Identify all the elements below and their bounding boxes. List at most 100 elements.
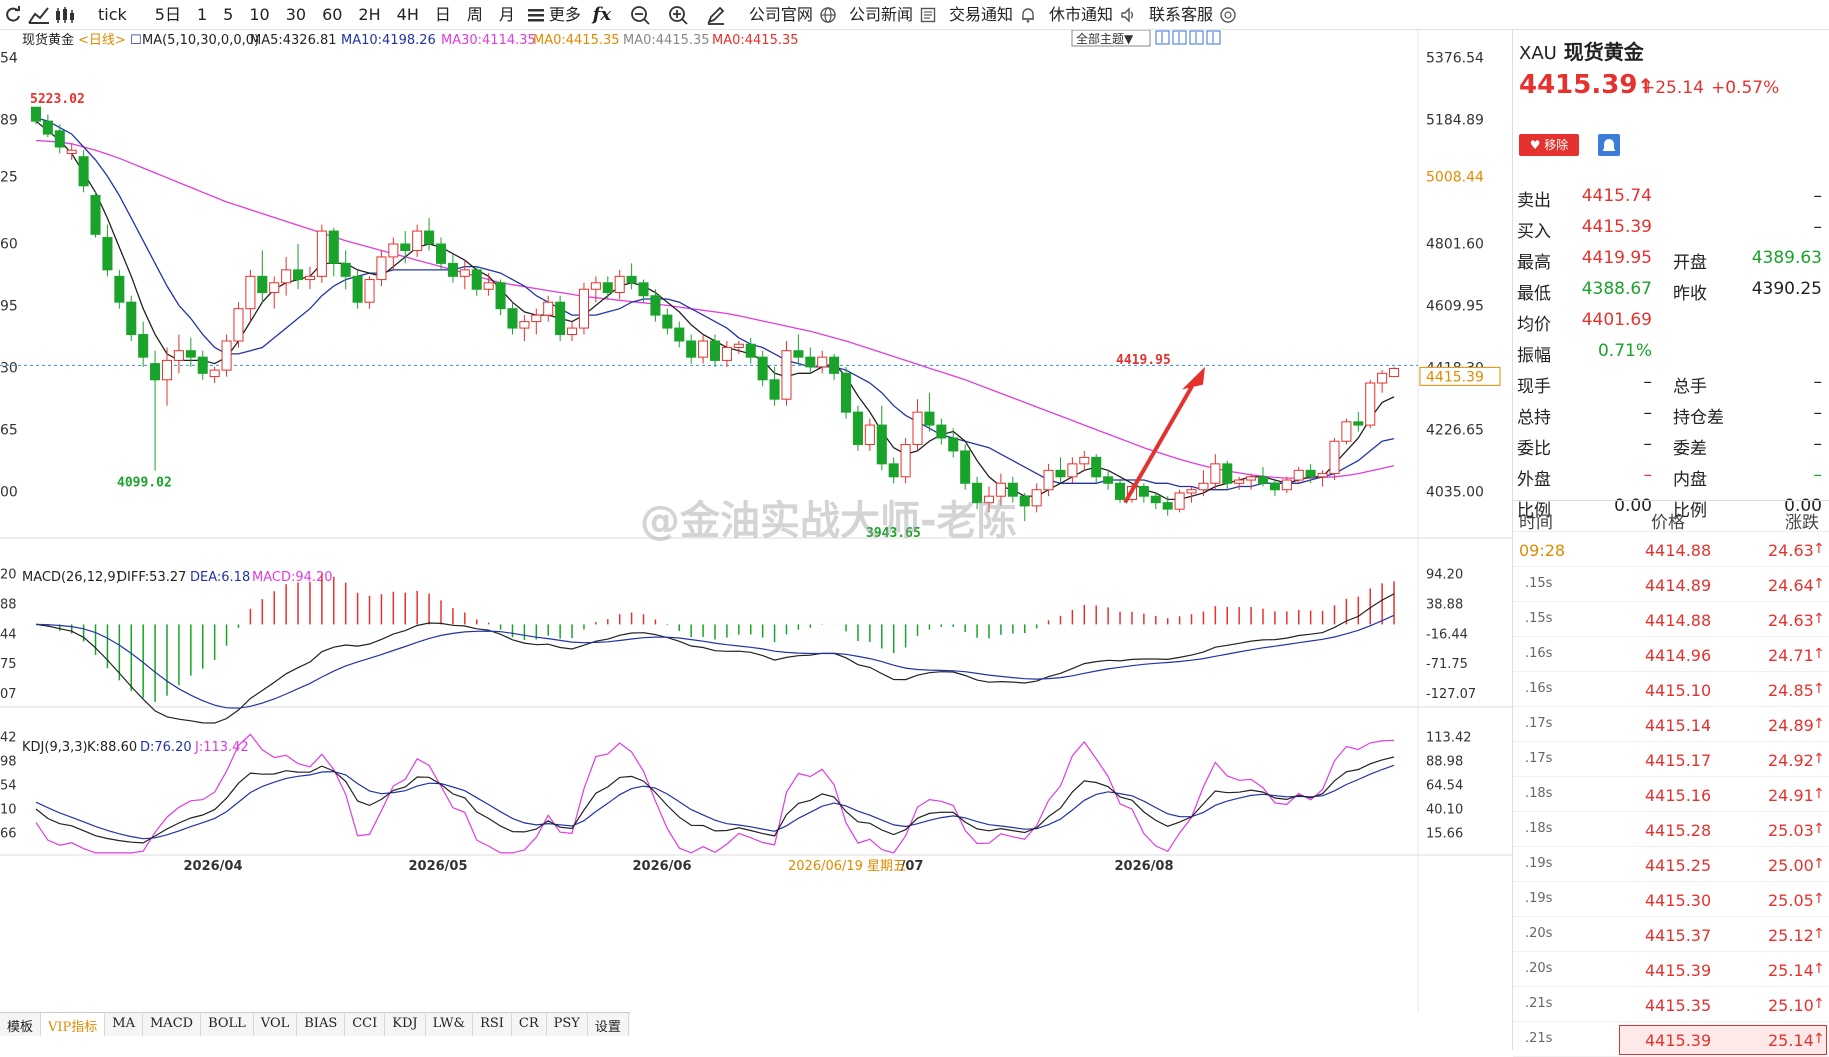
company-news-link[interactable]: 公司新闻	[841, 0, 915, 30]
quote-value: 4415.74	[1581, 186, 1652, 206]
quote-value: 0.71%	[1597, 341, 1652, 361]
candle-body	[745, 343, 756, 358]
period-10m[interactable]: 10	[241, 0, 277, 30]
macd-dea: DEA:6.18	[190, 570, 250, 585]
kdj-left-label: 54	[0, 779, 17, 794]
candle-body	[1067, 463, 1078, 478]
indicator-tab[interactable]: MA	[105, 1013, 143, 1036]
globe-icon	[815, 0, 841, 30]
quote-label: 委比	[1517, 439, 1551, 459]
left-axis-label: 65	[0, 422, 18, 438]
tick-price: 4415.16	[1645, 786, 1712, 805]
candle-body	[1055, 469, 1066, 478]
tick-change: 25.12	[1768, 926, 1814, 945]
period-month[interactable]: 月	[491, 0, 523, 30]
indicator-tab[interactable]: CR	[512, 1013, 547, 1036]
ma0-value: MA0:4415.35	[712, 33, 799, 48]
candle-body	[626, 275, 637, 284]
candle-body	[924, 411, 935, 426]
tick-time: .21s	[1525, 1031, 1553, 1046]
left-axis-label: 25	[0, 170, 18, 186]
quote-label: 持仓差	[1673, 408, 1724, 428]
macd-diff-line	[35, 593, 1395, 724]
quote-value: 4415.39	[1581, 217, 1652, 237]
indicator-tab[interactable]: BOLL	[201, 1013, 254, 1036]
menu-icon[interactable]	[523, 0, 549, 30]
remove-watchlist-button[interactable]: ♥ 移除	[1519, 134, 1579, 156]
holiday-notice-link[interactable]: 休市通知	[1041, 0, 1115, 30]
period-1m[interactable]: 1	[189, 0, 215, 30]
tick-time: .20s	[1525, 926, 1553, 941]
up-arrow-icon: ↑	[1813, 856, 1825, 872]
tick-change: 25.14	[1768, 961, 1814, 980]
kdj-left-label: 10	[0, 803, 17, 818]
period-day[interactable]: 日	[427, 0, 459, 30]
candle-body	[590, 282, 601, 290]
indicator-tab[interactable]: MACD	[143, 1013, 202, 1036]
candle-body	[1353, 421, 1364, 426]
period-tick[interactable]: tick	[90, 0, 135, 30]
price-annotation: 4099.02	[117, 476, 172, 491]
indicator-tab[interactable]: 模板	[0, 1013, 42, 1036]
period-2h[interactable]: 2H	[350, 0, 388, 30]
tick-row: .16s 4415.10 24.85 ↑	[1513, 673, 1829, 707]
tick-row: .15s 4414.89 24.64 ↑	[1513, 568, 1829, 602]
tick-time: .15s	[1525, 576, 1553, 591]
indicator-tab[interactable]: VIP指标	[41, 1013, 106, 1036]
candle-body	[102, 237, 113, 271]
indicator-tab[interactable]: 设置	[588, 1013, 629, 1036]
company-site-link[interactable]: 公司官网	[741, 0, 815, 30]
indicator-tab[interactable]: KDJ	[385, 1013, 426, 1036]
zoom-in-icon[interactable]	[665, 0, 691, 30]
chart-type-icon[interactable]	[26, 0, 52, 30]
left-axis-label: 60	[0, 236, 18, 252]
indicator-tab[interactable]: CCI	[345, 1013, 386, 1036]
tick-row: .18s 4415.16 24.91 ↑	[1513, 778, 1829, 812]
quote-row: 委比 – 委差 –	[1513, 428, 1829, 459]
price-change-pct: +0.57%	[1711, 78, 1780, 98]
indicator-tab[interactable]: RSI	[473, 1013, 512, 1036]
date-axis-label: 2026/04	[183, 859, 242, 874]
candle-body	[733, 343, 744, 348]
candle-body	[1162, 502, 1173, 510]
indicator-tab[interactable]: LW&	[426, 1013, 474, 1036]
candle-body	[1269, 482, 1280, 491]
candle-body	[1091, 456, 1102, 478]
period-60m[interactable]: 60	[314, 0, 350, 30]
trade-notice-link[interactable]: 交易通知	[941, 0, 1015, 30]
quote-value: –	[1813, 186, 1823, 206]
zoom-out-icon[interactable]	[627, 0, 653, 30]
trend-arrow-head	[1182, 366, 1205, 390]
indicator-tab[interactable]: PSY	[547, 1013, 588, 1036]
speaker-icon	[1115, 0, 1141, 30]
tick-row: 09:28 4414.88 24.63 ↑	[1513, 533, 1829, 567]
candle-body	[1329, 440, 1340, 475]
candle-body	[876, 424, 887, 465]
more-button[interactable]: 更多	[549, 0, 589, 30]
quote-value: –	[1813, 403, 1823, 423]
macd-left-label: 88	[0, 597, 17, 612]
candle-body	[781, 350, 792, 400]
indicator-tab[interactable]: VOL	[254, 1013, 298, 1036]
contact-service-link[interactable]: 联系客服	[1141, 0, 1215, 30]
kdj-k: K:88.60	[87, 740, 137, 755]
candle-body	[447, 262, 458, 277]
indicator-tab[interactable]: BIAS	[297, 1013, 346, 1036]
period-5m[interactable]: 5	[215, 0, 241, 30]
candle-body	[912, 411, 923, 445]
candle-icon[interactable]	[52, 0, 78, 30]
period-4h[interactable]: 4H	[389, 0, 427, 30]
refresh-icon[interactable]	[0, 0, 26, 30]
candle-body	[150, 363, 161, 381]
tick-price: 4415.39	[1645, 961, 1712, 980]
candle-body	[721, 346, 732, 361]
date-axis-label: 2026/08	[1114, 859, 1173, 874]
draw-pen-icon[interactable]	[703, 0, 729, 30]
candle-body	[328, 230, 339, 264]
period-30m[interactable]: 30	[278, 0, 314, 30]
period-week[interactable]: 周	[459, 0, 491, 30]
quote-label: 买入	[1517, 222, 1551, 242]
alert-bell-button[interactable]	[1598, 134, 1620, 156]
period-5d[interactable]: 5日	[147, 0, 189, 30]
formula-icon[interactable]: fx	[589, 0, 615, 30]
